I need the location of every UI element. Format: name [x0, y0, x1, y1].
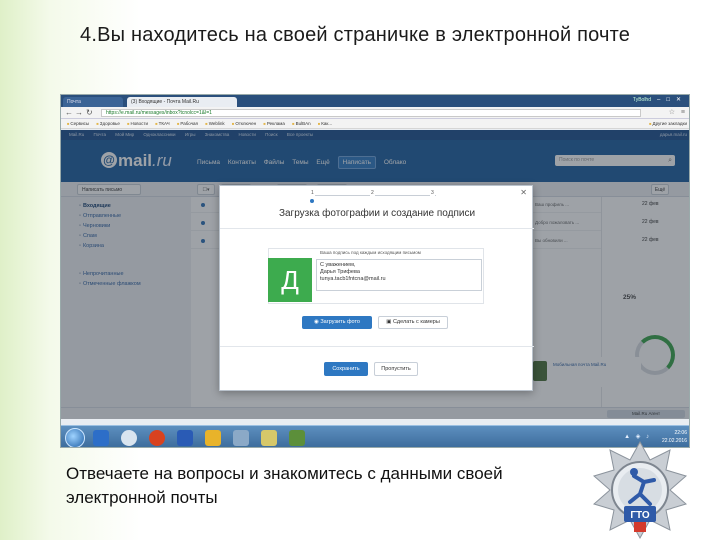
divider [220, 228, 534, 229]
upload-photo-button[interactable]: ◉ Загрузить фото [302, 316, 372, 329]
webcam-icon: ▣ [386, 319, 393, 325]
divider [220, 346, 534, 347]
other-bookmarks[interactable]: Другие закладки [649, 119, 687, 128]
window-controls-icon[interactable]: –□✕ [657, 96, 687, 103]
bookmark-item[interactable]: Реклама [263, 119, 285, 128]
step-indicator: 1 2 3 [310, 190, 440, 203]
step-number: 3 [430, 190, 435, 196]
notes-icon[interactable] [261, 430, 277, 446]
bookmark-item[interactable]: Как... [318, 119, 332, 128]
skip-button[interactable]: Пропустить [374, 362, 418, 376]
browser-tab[interactable]: Почта [63, 97, 123, 107]
explorer-icon[interactable] [93, 430, 109, 446]
folder-icon[interactable] [205, 430, 221, 446]
word-icon[interactable] [177, 430, 193, 446]
bookmarks-bar: Сервисы Здоровье Новости ТКАЧ Рабочая We… [61, 119, 689, 129]
app-icon[interactable] [289, 430, 305, 446]
close-icon[interactable]: ✕ [520, 188, 527, 197]
dialog-title: Загрузка фотографии и создание подписи [278, 208, 476, 219]
bookmark-item[interactable]: ТКАЧ [155, 119, 170, 128]
slide-caption: Отвечаете на вопросы и знакомитесь с дан… [66, 464, 503, 507]
clock-time: 22:06 [674, 430, 687, 436]
opera-icon[interactable] [149, 430, 165, 446]
bookmark-item[interactable]: Рабочая [177, 119, 198, 128]
back-arrow-icon[interactable]: ← [65, 108, 73, 118]
browser-tab-strip: Почта (3) Входящие - Почта Mail.Ru TyBol… [61, 95, 689, 107]
bookmark-item[interactable]: Здоровье [96, 119, 120, 128]
chrome-icon[interactable] [121, 430, 137, 446]
signature-textarea[interactable]: С уважением, Дарья Трифева tunya.tacb1fn… [316, 259, 482, 291]
reload-icon[interactable]: ↻ [86, 108, 93, 118]
step-line [314, 195, 436, 196]
avatar[interactable]: Д [268, 258, 312, 302]
gto-badge-logo: ГТО [592, 440, 688, 540]
step-number: 1 [310, 190, 315, 196]
bookmark-item[interactable]: Новости [127, 119, 148, 128]
address-bar-row: ← → ↻ https://e.mail.ru/messages/inbox?t… [61, 107, 689, 119]
tray-icons[interactable]: ▲ ◈ ♪ [624, 433, 651, 440]
photo-signature-dialog: ✕ 1 2 3 Загрузка фотографии и создание п… [219, 185, 534, 391]
bookmark-item[interactable]: BulBAn [292, 119, 311, 128]
svg-text:ГТО: ГТО [630, 510, 650, 521]
step-number: 2 [370, 190, 375, 196]
signature-line: Дарья Трифева [320, 269, 360, 275]
step-active-dot [310, 199, 314, 203]
signature-line: tunya.tacb1fntcna@mail.ru [320, 276, 386, 282]
bookmark-item[interactable]: Weblink [205, 119, 225, 128]
tools-icon[interactable] [233, 430, 249, 446]
signature-label: Ваша подпись под каждым исходящим письмо… [320, 250, 421, 255]
webcam-button[interactable]: ▣ Сделать с камеры [378, 316, 448, 329]
star-icon[interactable]: ☆ ≡ [669, 108, 687, 116]
start-button-icon[interactable] [65, 428, 85, 447]
address-input[interactable]: https://e.mail.ru/messages/inbox?tcnolcc… [101, 109, 641, 117]
browser-user-label: TyBolhd [632, 97, 651, 103]
slide-title: 4.Вы находитесь на своей страничке в эле… [80, 24, 631, 46]
forward-arrow-icon[interactable]: → [75, 108, 83, 118]
browser-tab-active[interactable]: (3) Входящие - Почта Mail.Ru [127, 97, 237, 107]
bookmark-item[interactable]: Отключен [232, 119, 256, 128]
bookmark-item[interactable]: Сервисы [67, 119, 89, 128]
signature-line: С уважением, [320, 262, 356, 268]
browser-screenshot: Почта (3) Входящие - Почта Mail.Ru TyBol… [60, 94, 690, 448]
save-button[interactable]: Сохранить [324, 362, 368, 376]
